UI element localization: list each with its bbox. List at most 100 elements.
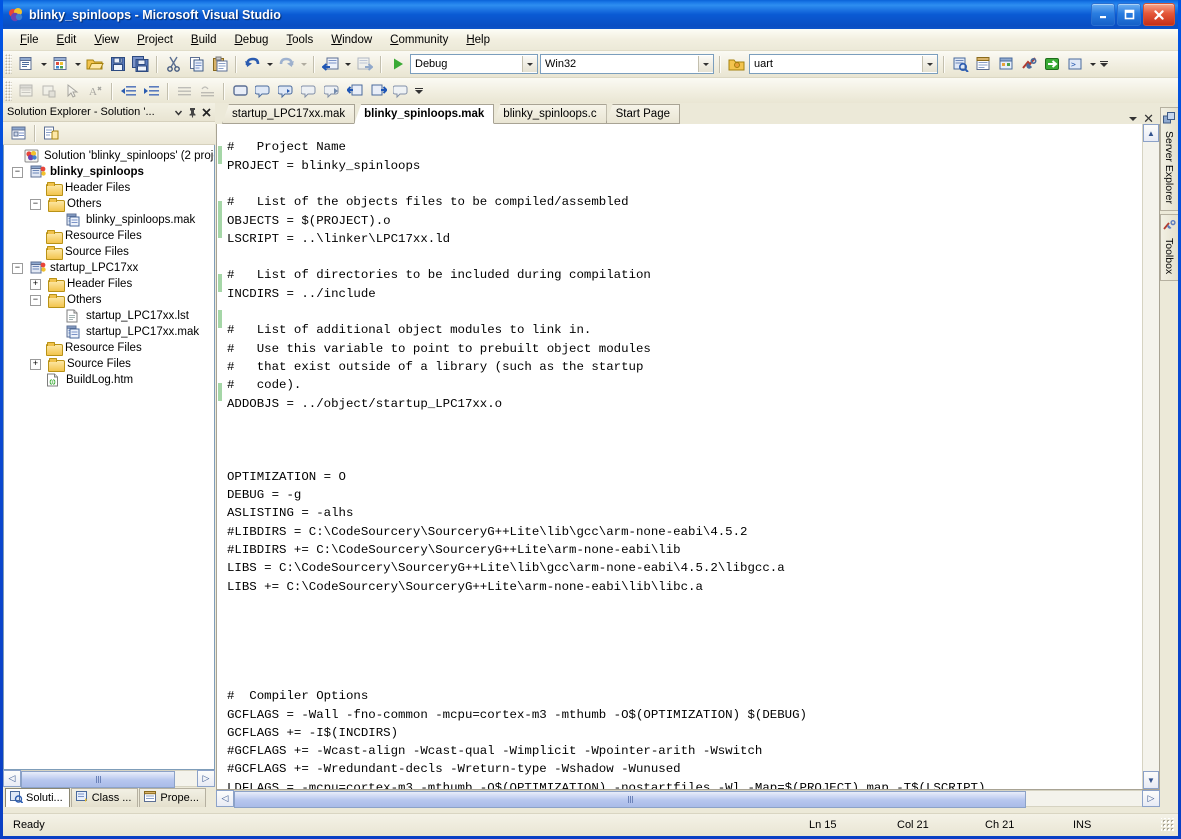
- properties-icon[interactable]: [972, 53, 995, 75]
- clear-bookmarks-icon[interactable]: [344, 80, 367, 102]
- code-surface[interactable]: # Project Name PROJECT = blinky_spinloop…: [217, 124, 1142, 789]
- tree-item-resource-files[interactable]: Resource Files: [4, 228, 214, 244]
- new-project-icon[interactable]: [15, 53, 38, 75]
- toggle-bookmark-icon[interactable]: [229, 80, 252, 102]
- add-new-item-icon[interactable]: [49, 53, 72, 75]
- close-button[interactable]: [1143, 3, 1175, 26]
- tree-item-others[interactable]: − Others: [4, 196, 214, 212]
- pin-icon[interactable]: [185, 105, 199, 119]
- solution-explorer-hscrollbar[interactable]: ◁ ▷: [3, 770, 215, 787]
- next-bookmark-icon[interactable]: [275, 80, 298, 102]
- cut-icon[interactable]: [162, 53, 185, 75]
- collapse-toggle[interactable]: −: [12, 263, 23, 274]
- minimize-button[interactable]: [1091, 3, 1115, 26]
- tree-item-startup-mak[interactable]: startup_LPC17xx.mak: [4, 324, 214, 340]
- maximize-button[interactable]: [1117, 3, 1141, 26]
- tab-properties[interactable]: Prope...: [139, 788, 206, 807]
- menu-item-window[interactable]: Window: [322, 32, 381, 48]
- bookmark-window-icon[interactable]: [390, 80, 413, 102]
- tab-blinky-spinloops-c[interactable]: blinky_spinloops.c: [493, 104, 606, 124]
- solution-tree[interactable]: Solution 'blinky_spinloops' (2 project −: [3, 145, 215, 770]
- close-icon[interactable]: ✕: [1143, 114, 1154, 124]
- find-symbol-icon[interactable]: [1041, 53, 1064, 75]
- format-icon[interactable]: A: [84, 80, 107, 102]
- collapse-toggle[interactable]: −: [12, 167, 23, 178]
- menu-item-view[interactable]: View: [85, 32, 128, 48]
- solution-explorer-icon[interactable]: [949, 53, 972, 75]
- scroll-up-icon[interactable]: ▲: [1143, 124, 1159, 142]
- menu-item-tools[interactable]: Tools: [277, 32, 322, 48]
- editor-vscrollbar[interactable]: ▲ ▼: [1142, 124, 1159, 789]
- chevron-down-icon[interactable]: [171, 105, 185, 119]
- chevron-down-icon[interactable]: [522, 56, 537, 72]
- scroll-track[interactable]: [21, 770, 197, 787]
- tab-start-page[interactable]: Start Page: [606, 104, 680, 124]
- new-project-dropdown[interactable]: [38, 53, 49, 75]
- menu-item-build[interactable]: Build: [182, 32, 226, 48]
- project-combo[interactable]: uart: [749, 54, 938, 74]
- tree-item-blinky-mak[interactable]: blinky_spinloops.mak: [4, 212, 214, 228]
- navigate-backward-dropdown[interactable]: [342, 53, 353, 75]
- start-debug-icon[interactable]: [386, 53, 409, 75]
- expand-toggle[interactable]: +: [30, 359, 41, 370]
- platform-combo[interactable]: Win32: [540, 54, 714, 74]
- navigate-forward-icon[interactable]: [353, 53, 376, 75]
- menu-item-project[interactable]: Project: [128, 32, 182, 48]
- previous-bookmark-folder-icon[interactable]: [298, 80, 321, 102]
- code-text[interactable]: # Project Name PROJECT = blinky_spinloop…: [227, 138, 1142, 789]
- show-all-files-icon[interactable]: [40, 122, 63, 144]
- command-window-dropdown[interactable]: [1087, 53, 1098, 75]
- tree-item-startup-resource-files[interactable]: Resource Files: [4, 340, 214, 356]
- toolbar-options-icon[interactable]: [1098, 53, 1109, 75]
- configuration-combo[interactable]: Debug: [410, 54, 538, 74]
- menu-item-debug[interactable]: Debug: [225, 32, 277, 48]
- decrease-indent-icon[interactable]: [117, 80, 140, 102]
- expand-toggle[interactable]: +: [30, 279, 41, 290]
- menu-item-edit[interactable]: Edit: [48, 32, 86, 48]
- menu-item-help[interactable]: Help: [457, 32, 499, 48]
- object-browser-icon[interactable]: [38, 80, 61, 102]
- menu-item-file[interactable]: File: [11, 32, 48, 48]
- collapse-toggle[interactable]: −: [30, 199, 41, 210]
- scroll-track[interactable]: [1143, 142, 1159, 771]
- undo-dropdown[interactable]: [264, 53, 275, 75]
- scroll-down-icon[interactable]: ▼: [1143, 771, 1159, 789]
- toolbar-grip[interactable]: [5, 54, 12, 74]
- scroll-right-icon[interactable]: ▷: [1142, 790, 1160, 807]
- toggle-all-bookmarks-icon[interactable]: [367, 80, 390, 102]
- open-file-icon[interactable]: [83, 53, 106, 75]
- tree-item-project-blinky[interactable]: − blinky_spinloops: [4, 164, 214, 180]
- increase-indent-icon[interactable]: [140, 80, 163, 102]
- dock-tab-toolbox[interactable]: Toolbox: [1160, 214, 1179, 281]
- tab-class-view[interactable]: Class ...: [71, 788, 139, 807]
- dock-tab-server-explorer[interactable]: Server Explorer: [1160, 107, 1179, 211]
- close-icon[interactable]: [199, 105, 213, 119]
- scroll-thumb[interactable]: [21, 771, 175, 788]
- paste-icon[interactable]: [208, 53, 231, 75]
- uncomment-icon[interactable]: [196, 80, 219, 102]
- scroll-right-icon[interactable]: ▷: [197, 770, 215, 787]
- collapse-toggle[interactable]: −: [30, 295, 41, 306]
- redo-icon[interactable]: [275, 53, 298, 75]
- object-browser-icon[interactable]: [995, 53, 1018, 75]
- previous-bookmark-icon[interactable]: [252, 80, 275, 102]
- resize-grip[interactable]: [1161, 818, 1175, 832]
- toolbox-icon[interactable]: [1018, 53, 1041, 75]
- tree-item-startup-lst[interactable]: startup_LPC17xx.lst: [4, 308, 214, 324]
- save-all-icon[interactable]: [129, 53, 152, 75]
- tree-item-header-files[interactable]: Header Files: [4, 180, 214, 196]
- command-window-icon[interactable]: >: [1064, 53, 1087, 75]
- chevron-down-icon[interactable]: [922, 56, 937, 72]
- tree-item-solution[interactable]: Solution 'blinky_spinloops' (2 project: [4, 148, 214, 164]
- properties-icon[interactable]: [7, 122, 30, 144]
- scroll-track[interactable]: [234, 790, 1142, 807]
- chevron-down-icon[interactable]: [1129, 117, 1137, 121]
- tab-solution-explorer[interactable]: Soluti...: [5, 788, 70, 807]
- tree-item-startup-source-files[interactable]: + Source Files: [4, 356, 214, 372]
- comment-icon[interactable]: [173, 80, 196, 102]
- toolbar-options-icon[interactable]: [413, 80, 424, 102]
- chevron-down-icon[interactable]: [698, 56, 713, 72]
- tree-item-startup-others[interactable]: − Others: [4, 292, 214, 308]
- pointer-icon[interactable]: [61, 80, 84, 102]
- toolbar-grip[interactable]: [5, 81, 12, 101]
